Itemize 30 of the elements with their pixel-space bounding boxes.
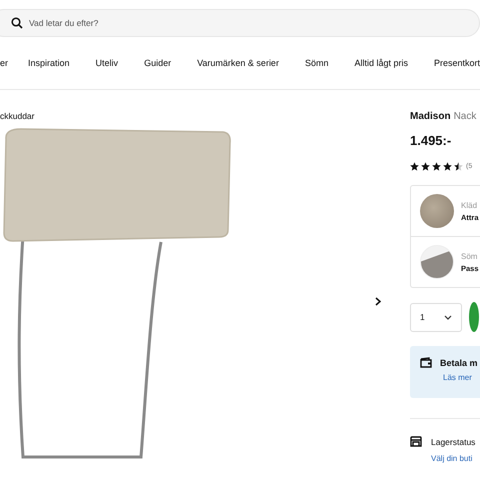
- fabric-swatch: [420, 194, 454, 228]
- seam-swatch: [420, 245, 454, 279]
- payment-title: Betala m: [440, 358, 478, 368]
- stock-status-label: Lagerstatus: [431, 436, 476, 446]
- product-name: Nack: [454, 111, 476, 122]
- read-more-link[interactable]: Läs mer: [443, 373, 480, 382]
- star-icon: [454, 162, 463, 170]
- option-label: Kläd: [461, 200, 478, 210]
- star-icon: [443, 162, 452, 170]
- store-icon: [410, 436, 422, 447]
- star-icon: [421, 162, 430, 170]
- star-icon: [410, 162, 419, 170]
- option-label: Söm: [461, 252, 478, 260]
- nav-link[interactable]: Alltid lågt pris: [354, 58, 408, 68]
- product-price: 1.495:-: [410, 133, 452, 148]
- breadcrumb-link[interactable]: ckkuddar: [0, 111, 395, 121]
- chevron-down-icon: [444, 314, 452, 320]
- nav-link[interactable]: Guider: [144, 58, 172, 68]
- quantity-select[interactable]: 1: [410, 302, 462, 332]
- choose-store-link[interactable]: Välj din buti: [431, 454, 480, 463]
- nav-link[interactable]: Presentkort: [434, 58, 480, 68]
- nav-link[interactable]: Varumärken & serier: [197, 58, 279, 68]
- nav-link[interactable]: Uteliv: [96, 58, 118, 68]
- star-icon: [432, 162, 441, 170]
- search-field[interactable]: Vad letar du efter?: [0, 9, 480, 37]
- wallet-icon: [420, 357, 432, 368]
- product-brand: Madison: [410, 111, 451, 122]
- nav-link[interactable]: Sömn: [304, 58, 328, 68]
- nav-link[interactable]: er: [0, 58, 8, 68]
- nav-link[interactable]: Inspiration: [28, 58, 70, 68]
